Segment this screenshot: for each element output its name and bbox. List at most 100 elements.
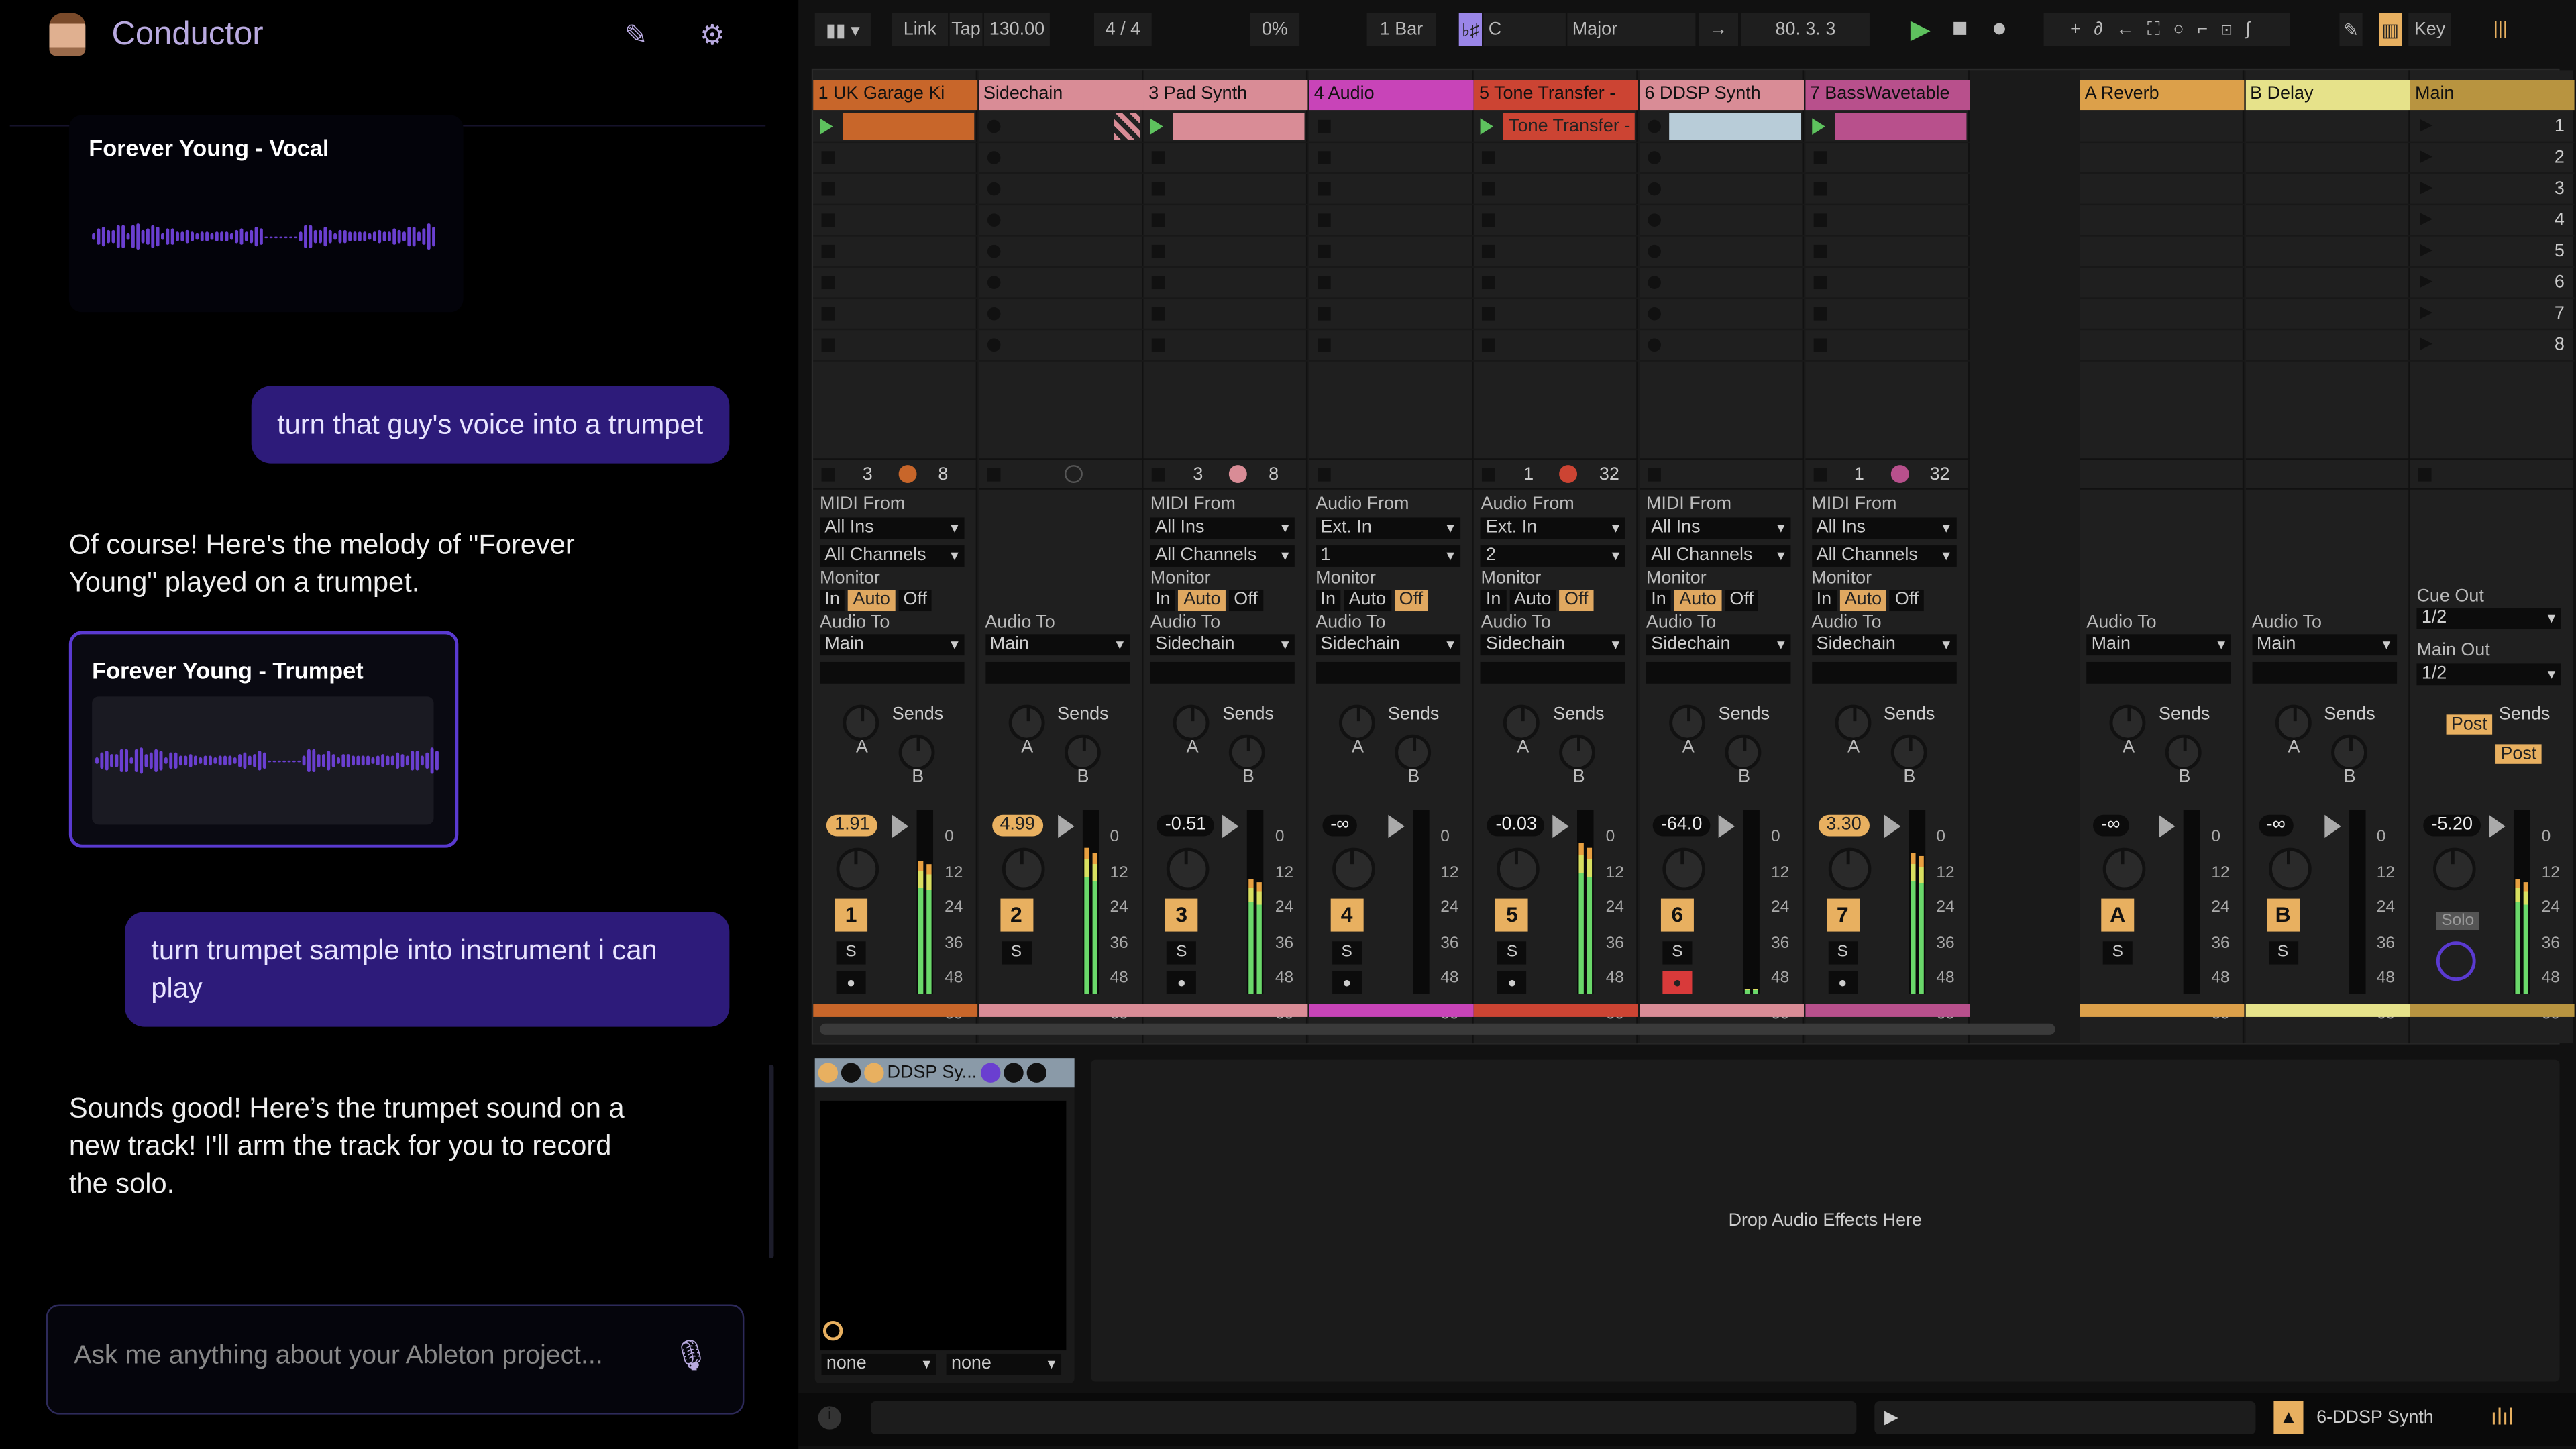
- track-header[interactable]: B Delay: [2245, 80, 2410, 111]
- send-b-knob[interactable]: [1063, 734, 1100, 771]
- clip-slot[interactable]: ▶ 8: [2410, 330, 2575, 362]
- clip-slot[interactable]: [978, 330, 1143, 362]
- fold-icon[interactable]: [841, 1063, 861, 1083]
- cue-out-dropdown[interactable]: 1/2: [2416, 608, 2561, 629]
- monitor-in[interactable]: In: [1481, 590, 1506, 612]
- audio-to-dropdown[interactable]: Sidechain: [1481, 634, 1626, 656]
- midi-keyboard-icon[interactable]: ▥: [2379, 13, 2402, 46]
- clip-slot[interactable]: [978, 112, 1143, 144]
- record-slot-icon[interactable]: [986, 213, 1000, 227]
- save-icon[interactable]: [1026, 1063, 1046, 1083]
- clip-playing-icon[interactable]: [820, 118, 833, 135]
- track-header[interactable]: 5 Tone Transfer -: [1474, 80, 1639, 111]
- solo-button[interactable]: S: [1332, 941, 1362, 965]
- tap-button[interactable]: Tap: [949, 13, 983, 46]
- stop-slot-icon[interactable]: [1317, 119, 1331, 133]
- stop-slot-icon[interactable]: [821, 276, 835, 290]
- clip-slot[interactable]: [813, 174, 978, 206]
- info-icon[interactable]: i: [818, 1406, 841, 1430]
- track-header[interactable]: 4 Audio: [1309, 80, 1474, 111]
- stop-slot-icon[interactable]: [1813, 182, 1827, 196]
- clip-slot[interactable]: [2245, 174, 2410, 206]
- stop-slot-icon[interactable]: [1813, 213, 1827, 227]
- scene-launch-icon[interactable]: ▶: [2420, 148, 2432, 166]
- volume-fader-handle[interactable]: [1057, 814, 1074, 838]
- track-header[interactable]: Main: [2410, 80, 2575, 111]
- clip-slot[interactable]: [1143, 174, 1308, 206]
- stop-slot-icon[interactable]: [1152, 338, 1165, 352]
- ring-icon[interactable]: [822, 1320, 843, 1341]
- record-slot-icon[interactable]: [1648, 307, 1661, 321]
- volume-value[interactable]: 1.91: [826, 814, 878, 837]
- stop-slot-icon[interactable]: [1317, 276, 1331, 290]
- input-dropdown[interactable]: Ext. In: [1481, 517, 1626, 539]
- stop-slot-icon[interactable]: [1482, 307, 1496, 321]
- stop-slot-icon[interactable]: [1482, 244, 1496, 258]
- channel-dropdown[interactable]: All Channels: [820, 545, 965, 567]
- audio-to-dropdown[interactable]: Main: [2086, 634, 2231, 656]
- clip-slot[interactable]: [1309, 237, 1474, 268]
- clip-slot[interactable]: [1143, 330, 1308, 362]
- send-a-knob[interactable]: [2274, 704, 2311, 741]
- hand-icon[interactable]: [980, 1063, 1000, 1083]
- clip-slot[interactable]: [2080, 112, 2245, 144]
- record-slot-icon[interactable]: [986, 119, 1000, 133]
- clip-slot[interactable]: [1640, 174, 1805, 206]
- send-b-knob[interactable]: [1560, 734, 1596, 771]
- track-activator-button[interactable]: 4: [1330, 898, 1364, 932]
- volume-fader-handle[interactable]: [1387, 814, 1405, 838]
- audio-effects-drop-zone[interactable]: Drop Audio Effects Here: [1091, 1059, 2560, 1382]
- clip-slot[interactable]: [1474, 268, 1639, 299]
- audio-to-dropdown[interactable]: Sidechain: [1316, 634, 1460, 656]
- channel-dropdown[interactable]: All Channels: [1811, 545, 1956, 567]
- stop-clips-icon[interactable]: [1152, 468, 1165, 482]
- volume-fader-handle[interactable]: [892, 814, 909, 838]
- clip-slot[interactable]: [2245, 299, 2410, 331]
- clip-playing-icon[interactable]: [1150, 118, 1164, 135]
- key-map-button[interactable]: Key: [2408, 13, 2451, 46]
- record-slot-icon[interactable]: [986, 182, 1000, 196]
- monitor-auto[interactable]: Auto: [1344, 590, 1391, 612]
- record-slot-icon[interactable]: [986, 338, 1000, 352]
- send-a-knob[interactable]: [1669, 704, 1706, 741]
- stop-clips-icon[interactable]: [986, 468, 1000, 482]
- pan-knob[interactable]: [1332, 847, 1375, 891]
- solo-button[interactable]: S: [1662, 941, 1693, 965]
- stop-slot-icon[interactable]: [1152, 151, 1165, 164]
- output-channel-field[interactable]: [2251, 661, 2397, 684]
- clip-slot[interactable]: [1143, 143, 1308, 174]
- clip-slot[interactable]: [1805, 112, 1970, 144]
- link-button[interactable]: Link: [892, 13, 949, 46]
- clip-slot[interactable]: [1143, 205, 1308, 237]
- monitor-auto[interactable]: Auto: [1674, 590, 1722, 612]
- input-dropdown[interactable]: All Ins: [1646, 517, 1791, 539]
- output-channel-field[interactable]: [1150, 661, 1295, 684]
- track-header[interactable]: 1 UK Garage Ki: [813, 80, 978, 111]
- stop-slot-icon[interactable]: [821, 182, 835, 196]
- scene-launch-icon[interactable]: ▶: [2420, 273, 2432, 291]
- device-power-icon[interactable]: [818, 1063, 838, 1083]
- gear-icon[interactable]: ⚙: [700, 19, 724, 52]
- record-slot-icon[interactable]: [986, 307, 1000, 321]
- stop-slot-icon[interactable]: [1813, 276, 1827, 290]
- clip-slot[interactable]: [978, 143, 1143, 174]
- clip-slot[interactable]: [2080, 205, 2245, 237]
- draw-mode-icon[interactable]: ✎: [2339, 13, 2363, 46]
- channel-dropdown[interactable]: 2: [1481, 545, 1626, 567]
- scene-launch-icon[interactable]: ▶: [2420, 304, 2432, 322]
- clip-slot[interactable]: [1143, 237, 1308, 268]
- record-arm-button[interactable]: ●: [1662, 971, 1693, 994]
- record-slot-icon[interactable]: [986, 151, 1000, 164]
- send-a-knob[interactable]: [1173, 704, 1210, 741]
- monitor-in[interactable]: In: [820, 590, 845, 612]
- tempo-field[interactable]: 130.00: [983, 13, 1050, 46]
- monitor-in[interactable]: In: [1150, 590, 1175, 612]
- volume-fader-handle[interactable]: [1884, 814, 1900, 838]
- arrangement-position[interactable]: 80. 3. 3: [1741, 13, 1870, 46]
- record-slot-icon[interactable]: [1648, 151, 1661, 164]
- clip-slot[interactable]: [1640, 237, 1805, 268]
- monitor-off[interactable]: Off: [1559, 590, 1593, 612]
- volume-fader-handle[interactable]: [1222, 814, 1240, 838]
- record-slot-icon[interactable]: [1648, 182, 1661, 196]
- clip-slot[interactable]: ▶ 1: [2410, 112, 2575, 144]
